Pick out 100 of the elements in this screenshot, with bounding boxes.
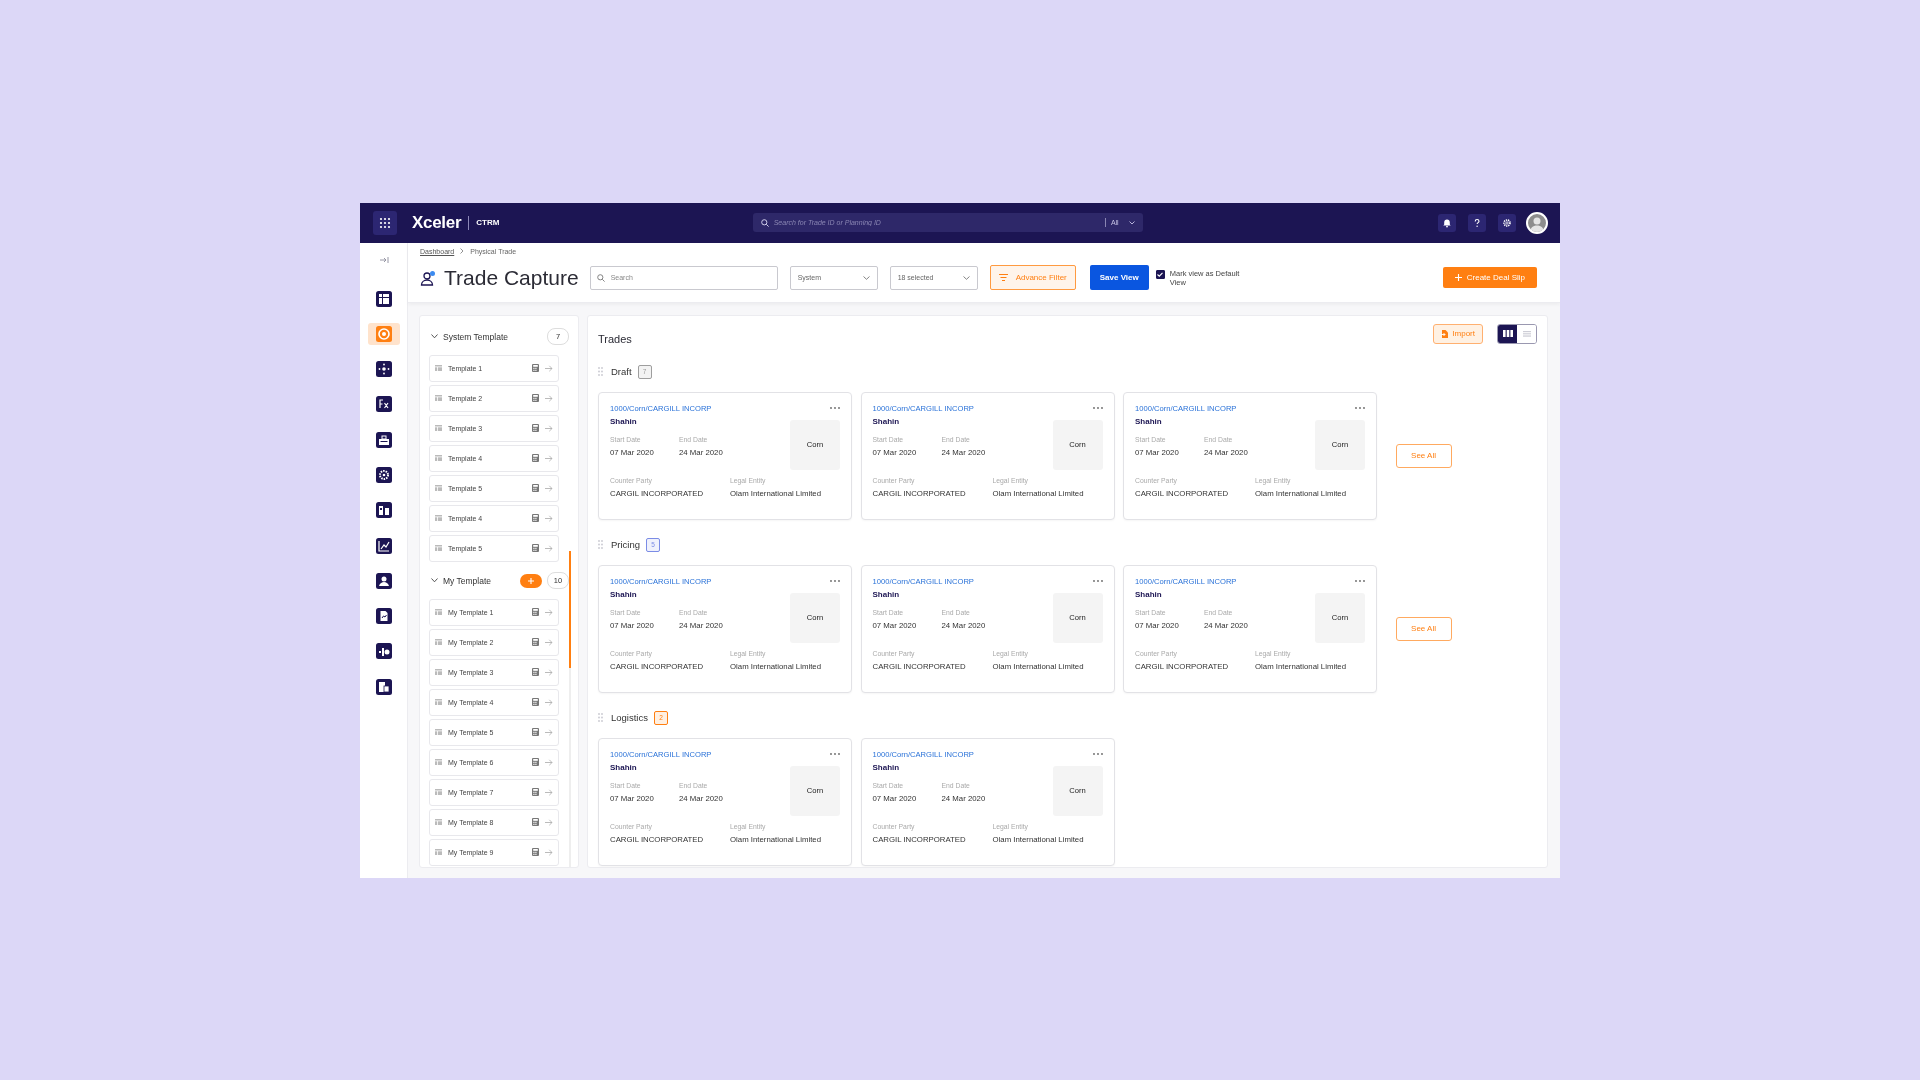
calculator-icon [532,364,539,372]
app-logo: Xceler [412,212,462,233]
drag-handle-icon[interactable] [598,367,603,376]
grid-layout-icon [435,759,442,765]
arrow-right-icon [545,364,553,372]
more-dots-icon [1092,406,1103,409]
arrow-right-icon [545,484,553,492]
calculator-icon [532,424,539,432]
search-icon [760,218,769,227]
arrow-right-icon [545,514,553,522]
caret-icon [862,275,870,280]
calculator-icon [532,608,539,616]
trader-name: Shahin [1135,416,1163,426]
drag-handle-icon[interactable] [598,540,603,549]
calculator-icon [532,394,539,402]
settings-button[interactable] [1498,213,1516,232]
calculator-icon [532,788,539,796]
arrow-right-icon [545,788,553,796]
plus-icon [528,577,534,584]
section-title: Pricing [611,539,641,550]
section-title: Logistics [611,712,648,723]
documents-icon [375,678,392,695]
template-group-title: My Template [443,575,492,586]
arrow-right-icon [545,544,553,552]
more-dots-icon [1355,579,1365,582]
chevron-right-icon [460,248,465,254]
user-badge-icon [420,269,436,286]
board-view-button[interactable] [1498,324,1517,343]
trades-title: Trades [598,332,632,345]
arrow-right-icon [545,698,553,706]
plus-icon [1454,274,1462,281]
calculator-icon [532,484,539,492]
more-dots-icon [830,406,840,409]
more-dots-icon [1092,752,1103,755]
question-mark-icon [1472,217,1482,228]
grid-layout-icon [435,365,442,371]
grid-layout-icon [435,485,442,491]
line-chart-icon [375,537,392,554]
columns-icon [1502,330,1513,337]
section-title: Draft [611,366,632,377]
grid-layout-icon [435,395,442,401]
calculator-icon [532,544,539,552]
calculator-icon [532,514,539,522]
grid-layout-icon [435,639,442,645]
chevron-down-icon [431,334,438,339]
product-name: CTRM [476,218,500,227]
calculator-icon [532,454,539,462]
more-dots-icon [830,579,840,582]
default-view-checkbox[interactable] [1155,269,1165,279]
arrow-right-icon [545,668,553,676]
arrow-right-icon [545,818,553,826]
arrow-right-icon [545,454,553,462]
trader-name: Shahin [1135,589,1163,599]
grid-layout-icon [435,609,442,615]
dashboard-icon [375,290,392,307]
user-avatar[interactable] [1526,211,1548,234]
sun-icon [375,361,392,378]
calculator-icon [532,848,539,856]
arrow-right-icon [545,848,553,856]
report-document-icon [375,608,392,625]
more-dots-icon [1092,579,1103,582]
chevron-down-icon [431,578,438,583]
grid-layout-icon [435,699,442,705]
arrow-right-icon [545,608,553,616]
save-view-button[interactable]: Save View [1089,265,1149,290]
import-file-icon [1441,329,1449,338]
calculator-icon [532,638,539,646]
trader-name: Shahin [610,762,638,772]
calculator-icon [532,728,539,736]
apps-menu-button[interactable] [373,210,397,235]
arrow-right-icon [545,758,553,766]
settings-icon [1502,217,1512,228]
apps-grid-icon [379,216,391,229]
calculator-icon [532,758,539,766]
arrow-right-icon [545,728,553,736]
trader-name: Shahin [872,416,901,426]
trader-name: Shahin [610,416,638,426]
drag-handle-icon[interactable] [598,713,603,722]
more-dots-icon [830,752,840,755]
notifications-button[interactable] [1438,213,1456,232]
grid-layout-icon [435,545,442,551]
caret-icon [1128,220,1135,225]
check-icon [1157,271,1164,277]
help-button[interactable] [1468,213,1486,232]
list-icon [1522,330,1531,337]
grid-layout-icon [435,455,442,461]
grid-layout-icon [435,819,442,825]
trader-name: Shahin [610,589,638,599]
grid-layout-icon [435,425,442,431]
gear-icon [375,467,392,483]
calculator-icon [532,668,539,676]
grid-layout-icon [435,515,442,521]
bell-icon [1442,217,1452,228]
caret-icon [962,275,970,280]
scrollbar-thumb[interactable] [569,550,571,668]
add-template-button[interactable] [520,573,542,588]
grid-layout-icon [435,669,442,675]
grid-layout-icon [435,789,442,795]
template-group-title: System Template [443,331,509,342]
filter-icon [998,274,1008,281]
